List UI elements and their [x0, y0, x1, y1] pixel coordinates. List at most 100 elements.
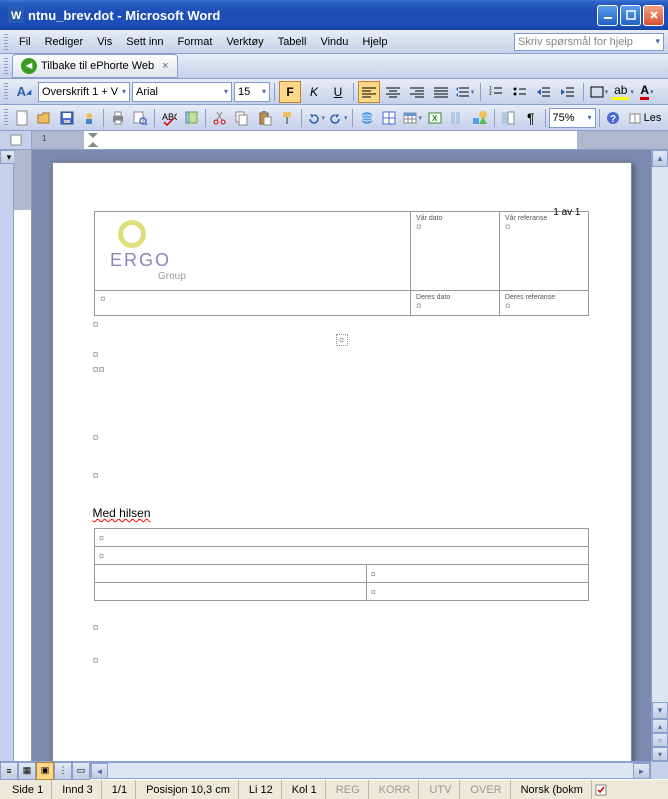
tab-close-icon[interactable]: × [162, 60, 168, 72]
undo-button[interactable]: ▾ [305, 107, 327, 129]
address-cell[interactable]: ¤ [95, 291, 411, 316]
table-cell[interactable] [95, 565, 367, 583]
align-left-button[interactable] [358, 81, 380, 103]
outline-view-button[interactable]: ⋮ [54, 762, 72, 780]
print-button[interactable] [107, 107, 129, 129]
toolbar-handle[interactable] [4, 34, 8, 50]
decrease-indent-button[interactable] [533, 81, 555, 103]
align-center-button[interactable] [382, 81, 404, 103]
read-mode-button[interactable]: Les [625, 107, 664, 129]
bullet-list-button[interactable] [509, 81, 531, 103]
cut-button[interactable] [209, 107, 231, 129]
zoom-combo[interactable]: 75%▾ [549, 108, 596, 128]
italic-button[interactable]: K [303, 81, 325, 103]
insert-excel-button[interactable]: X [424, 107, 446, 129]
open-button[interactable] [33, 107, 55, 129]
browse-object-button[interactable]: ○ [652, 733, 668, 747]
horizontal-ruler[interactable]: 1 [32, 131, 668, 149]
menu-file[interactable]: Fil [12, 34, 38, 50]
style-combo[interactable]: Overskrift 1 + V▾ [38, 82, 130, 102]
spelling-button[interactable]: ABC [158, 107, 180, 129]
web-view-button[interactable]: ▦ [18, 762, 36, 780]
minimize-button[interactable] [597, 5, 618, 26]
copy-button[interactable] [231, 107, 253, 129]
print-preview-button[interactable] [129, 107, 151, 129]
svg-text:X: X [432, 114, 438, 123]
research-button[interactable] [180, 107, 202, 129]
menu-table[interactable]: Tabell [271, 34, 314, 50]
back-to-ephorte-button[interactable]: ◄ Tilbake til ePhorte Web × [12, 54, 178, 78]
hyperlink-button[interactable] [356, 107, 378, 129]
your-ref-cell[interactable]: Deres referanse ¤ [499, 291, 588, 316]
font-color-button[interactable]: A▾ [636, 81, 658, 103]
tables-borders-button[interactable] [378, 107, 400, 129]
normal-view-button[interactable]: ≡ [0, 762, 18, 780]
help-search-box[interactable]: Skriv spørsmål for hjelp ▾ [514, 33, 664, 51]
maximize-button[interactable] [620, 5, 641, 26]
show-paragraph-button[interactable]: ¶ [520, 107, 542, 129]
paragraph-mark: ¤ [93, 432, 591, 444]
toolbar-handle[interactable] [4, 109, 8, 127]
our-date-cell[interactable]: Vår dato ¤ [411, 212, 500, 291]
format-painter-button[interactable] [276, 107, 298, 129]
scroll-down-button[interactable]: ▼ [652, 702, 668, 719]
our-ref-cell[interactable]: Vår referanse ¤ [499, 212, 588, 291]
menu-window[interactable]: Vindu [313, 34, 355, 50]
svg-text:?: ? [610, 114, 616, 125]
your-date-cell[interactable]: Deres dato ¤ [411, 291, 500, 316]
print-layout-button[interactable]: ▣ [36, 762, 54, 780]
table-cell[interactable]: ¤ [95, 529, 589, 547]
document-map-button[interactable] [498, 107, 520, 129]
bold-button[interactable]: F [279, 81, 301, 103]
table-cell[interactable]: ¤ [366, 565, 588, 583]
help-button[interactable]: ? [603, 107, 625, 129]
close-button[interactable] [643, 5, 664, 26]
align-justify-button[interactable] [430, 81, 452, 103]
table-cell[interactable]: ¤ [366, 583, 588, 601]
permission-button[interactable] [78, 107, 100, 129]
menu-tools[interactable]: Verktøy [219, 34, 270, 50]
increase-indent-button[interactable] [557, 81, 579, 103]
scroll-left-button[interactable]: ◄ [91, 763, 108, 779]
drawing-button[interactable] [469, 107, 491, 129]
scroll-track[interactable] [652, 167, 668, 702]
menu-insert[interactable]: Sett inn [119, 34, 170, 50]
menu-view[interactable]: Vis [90, 34, 119, 50]
next-page-button[interactable]: ▾ [652, 747, 668, 761]
letterhead-table[interactable]: ERGO Group Vår dato ¤ Vår referanse ¤ ¤ [94, 211, 589, 316]
page[interactable]: 1 av 1 ERGO Group Vår dato ¤ [52, 162, 632, 761]
logo-cell[interactable]: ERGO Group [95, 212, 411, 291]
paste-button[interactable] [254, 107, 276, 129]
document-scroll[interactable]: 1 av 1 ERGO Group Vår dato ¤ [32, 150, 651, 761]
borders-button[interactable]: ▾ [588, 81, 610, 103]
scroll-up-button[interactable]: ▲ [652, 150, 668, 167]
redo-button[interactable]: ▾ [327, 107, 349, 129]
align-right-button[interactable] [406, 81, 428, 103]
columns-button[interactable] [447, 107, 469, 129]
vertical-scrollbar[interactable]: ▲ ▼ ▴ ○ ▾ [651, 150, 668, 761]
highlight-button[interactable]: ab▾ [612, 81, 634, 103]
vertical-ruler[interactable] [14, 150, 32, 761]
font-size-combo[interactable]: 15▾ [234, 82, 270, 102]
styles-pane-button[interactable]: A◢ [12, 81, 36, 103]
horizontal-scrollbar[interactable]: ◄ ► [90, 762, 651, 779]
menu-edit[interactable]: Rediger [38, 34, 91, 50]
prev-page-button[interactable]: ▴ [652, 719, 668, 733]
save-button[interactable] [56, 107, 78, 129]
font-combo[interactable]: Arial▾ [132, 82, 232, 102]
underline-button[interactable]: U [327, 81, 349, 103]
menu-format[interactable]: Format [171, 34, 220, 50]
reading-view-button[interactable]: ▭ [72, 762, 90, 780]
closing-text[interactable]: Med hilsen [93, 506, 591, 520]
menu-help[interactable]: Hjelp [355, 34, 394, 50]
toolbar-handle[interactable] [4, 58, 8, 74]
table-cell[interactable]: ¤ [95, 547, 589, 565]
table-cell[interactable] [95, 583, 367, 601]
new-doc-button[interactable] [11, 107, 33, 129]
line-spacing-button[interactable]: ▾ [454, 81, 476, 103]
scroll-right-button[interactable]: ► [633, 763, 650, 779]
numbered-list-button[interactable]: 12 [485, 81, 507, 103]
signature-table[interactable]: ¤ ¤ ¤ ¤ [94, 528, 589, 601]
insert-table-button[interactable]: ▾ [401, 107, 423, 129]
toolbar-handle[interactable] [4, 83, 8, 101]
